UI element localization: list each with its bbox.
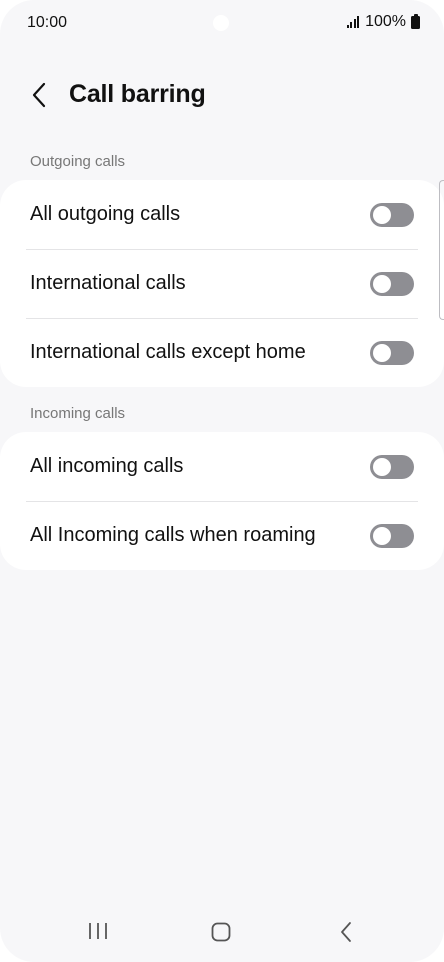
scroll-indicator[interactable]: [439, 180, 444, 320]
home-icon[interactable]: [211, 922, 231, 942]
back-button[interactable]: [22, 78, 56, 112]
setting-row-all-outgoing[interactable]: All outgoing calls: [0, 180, 444, 249]
phone-screen: 10:00 100% Call barring Outgoing calls A…: [0, 0, 444, 962]
toggle-switch[interactable]: [370, 524, 414, 548]
outgoing-calls-card: All outgoing calls International calls I…: [0, 180, 444, 387]
back-icon[interactable]: [337, 920, 355, 944]
page-title: Call barring: [69, 80, 206, 108]
setting-row-international-except-home[interactable]: International calls except home: [0, 318, 444, 387]
setting-row-international[interactable]: International calls: [0, 249, 444, 318]
setting-row-incoming-roaming[interactable]: All Incoming calls when roaming: [0, 501, 444, 570]
toggle-switch[interactable]: [370, 272, 414, 296]
setting-label: All outgoing calls: [30, 203, 181, 225]
navigation-bar: [0, 905, 444, 961]
section-label-outgoing: Outgoing calls: [30, 153, 126, 170]
chevron-left-icon: [32, 82, 46, 108]
incoming-calls-card: All incoming calls All Incoming calls wh…: [0, 432, 444, 570]
battery-icon: [411, 13, 420, 29]
toggle-switch[interactable]: [370, 341, 414, 365]
toggle-knob: [373, 527, 391, 545]
setting-label: All incoming calls: [30, 455, 184, 477]
setting-row-all-incoming[interactable]: All incoming calls: [0, 432, 444, 501]
toggle-knob: [373, 458, 391, 476]
section-label-incoming: Incoming calls: [30, 405, 126, 422]
status-indicators: 100%: [346, 13, 420, 31]
setting-label: All Incoming calls when roaming: [30, 524, 316, 546]
toggle-switch[interactable]: [370, 203, 414, 227]
toggle-switch[interactable]: [370, 455, 414, 479]
setting-label: International calls except home: [30, 341, 306, 363]
front-camera: [213, 15, 229, 31]
status-time: 10:00: [27, 14, 68, 31]
toggle-knob: [373, 206, 391, 224]
toggle-knob: [373, 275, 391, 293]
signal-icon: [346, 16, 360, 28]
toggle-knob: [373, 344, 391, 362]
recents-icon[interactable]: [87, 921, 109, 941]
battery-percent: 100%: [365, 13, 406, 30]
setting-label: International calls: [30, 272, 186, 294]
status-bar: 10:00 100%: [0, 0, 444, 46]
